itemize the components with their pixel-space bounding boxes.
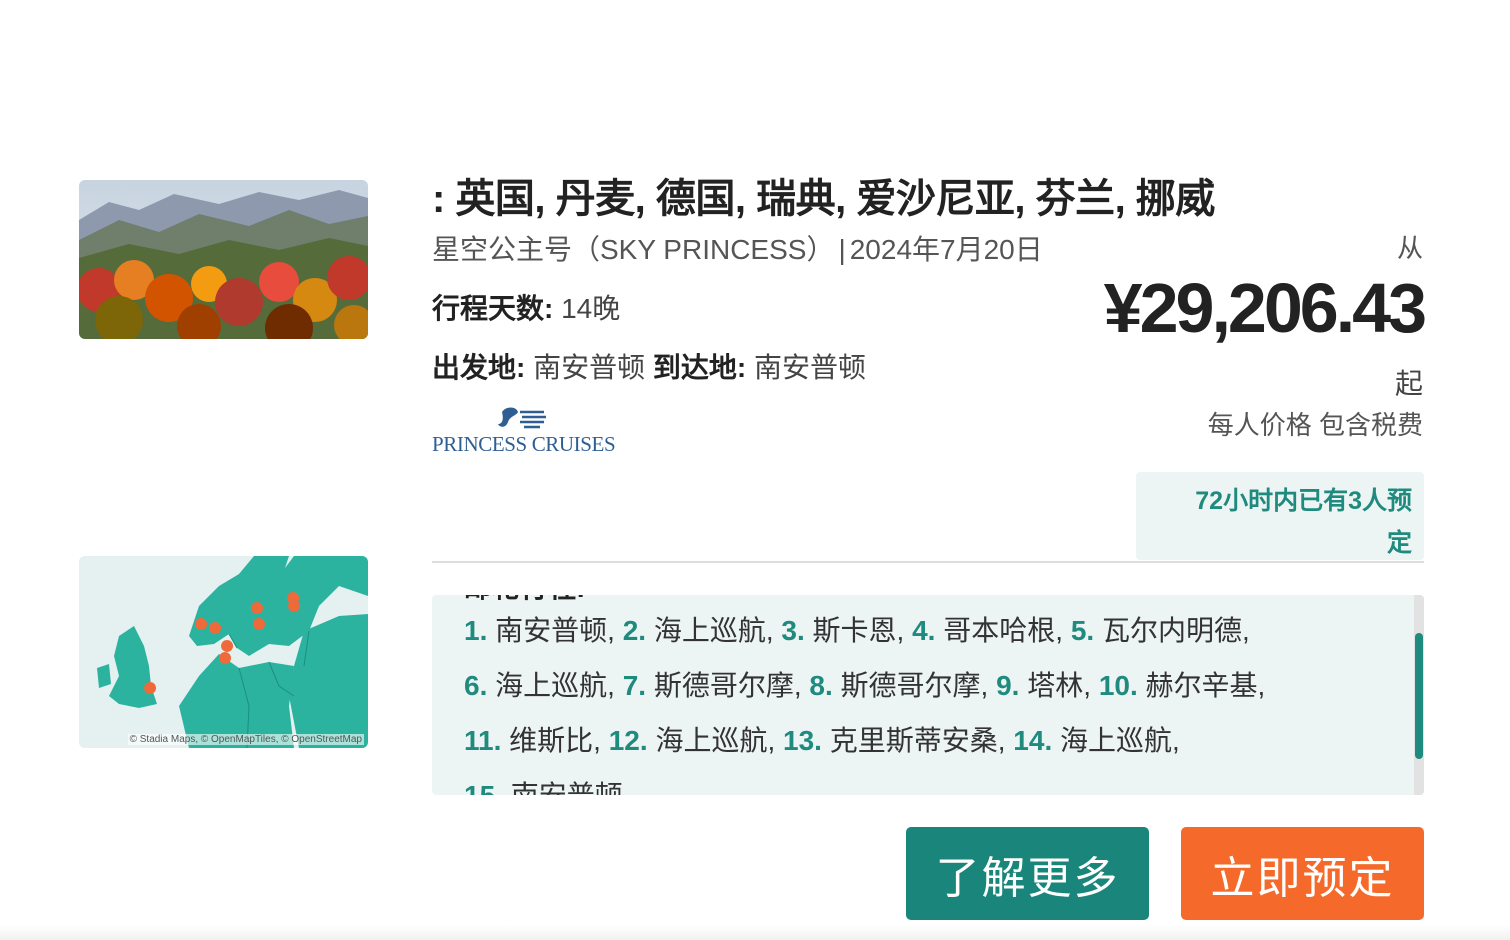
ports-row: 出发地: 南安普顿 到达地: 南安普顿: [432, 346, 866, 386]
price-amount: ¥29,206.43: [1103, 269, 1427, 347]
cruise-line-logo: PRINCESS CRUISES: [432, 404, 616, 458]
itinerary-stop: 6. 海上巡航,: [464, 670, 615, 701]
departure-port: 南安普顿: [533, 352, 646, 383]
princess-seawitch-icon: [498, 407, 546, 429]
divider: [432, 561, 1424, 563]
departure-label: 出发地:: [432, 352, 526, 383]
route-map[interactable]: © Stadia Maps, © OpenMapTiles, © OpenStr…: [79, 556, 368, 748]
itinerary-stop: 1. 南安普顿,: [464, 615, 615, 646]
itinerary-content: 邮轮行程: 1. 南安普顿, 2. 海上巡航, 3. 斯卡恩, 4. 哥本哈根,…: [464, 595, 1364, 795]
itinerary-panel[interactable]: 邮轮行程: 1. 南安普顿, 2. 海上巡航, 3. 斯卡恩, 4. 哥本哈根,…: [432, 595, 1424, 795]
scrollbar-thumb[interactable]: [1415, 633, 1423, 759]
destination-photo[interactable]: [79, 180, 368, 339]
learn-more-button[interactable]: 了解更多: [906, 827, 1149, 920]
itinerary-line: 15. 南安普顿: [464, 768, 1364, 795]
itinerary-stop: 8. 斯德哥尔摩,: [809, 670, 989, 701]
departure-date: 2024年7月20日: [849, 234, 1043, 265]
cruise-card: © Stadia Maps, © OpenMapTiles, © OpenStr…: [0, 0, 1510, 940]
price-note: 每人价格 包含税费: [1207, 410, 1423, 440]
itinerary-line: 1. 南安普顿, 2. 海上巡航, 3. 斯卡恩, 4. 哥本哈根, 5. 瓦尔…: [464, 603, 1364, 658]
duration-value: 14晚: [561, 293, 621, 324]
itinerary-stop: 15. 南安普顿: [464, 780, 623, 795]
itinerary-stop: 10. 赫尔辛基,: [1098, 670, 1266, 701]
recent-bookings-badge: 72小时内已有3人预 定: [1136, 472, 1424, 560]
itinerary-label: 邮轮行程:: [464, 595, 1364, 603]
itinerary-stop: 11. 维斯比,: [464, 725, 601, 756]
bottom-edge: [0, 925, 1510, 940]
itinerary-stop: 12. 海上巡航,: [608, 725, 776, 756]
arrival-label: 到达地:: [652, 352, 747, 383]
duration-label: 行程天数:: [432, 293, 554, 324]
itinerary-line: 11. 维斯比, 12. 海上巡航, 13. 克里斯蒂安桑, 14. 海上巡航,: [464, 713, 1364, 768]
logo-wordmark: PRINCESS CRUISES: [432, 432, 616, 456]
badge-line-2: 定: [1386, 529, 1412, 557]
itinerary-line: 6. 海上巡航, 7. 斯德哥尔摩, 8. 斯德哥尔摩, 9. 塔林, 10. …: [464, 658, 1364, 713]
itinerary-stop: 4. 哥本哈根,: [912, 615, 1064, 646]
itinerary-stop: 3. 斯卡恩,: [781, 615, 905, 646]
price-suffix: 起: [1394, 368, 1423, 399]
itinerary-stop: 14. 海上巡航,: [1013, 725, 1180, 756]
itinerary-stop: 7. 斯德哥尔摩,: [622, 670, 802, 701]
itinerary-scrollbar[interactable]: [1414, 595, 1424, 795]
itinerary-stop: 5. 瓦尔内明德,: [1070, 615, 1250, 646]
map-attribution: © Stadia Maps, © OpenMapTiles, © OpenStr…: [127, 734, 364, 745]
itinerary-stop: 13. 克里斯蒂安桑,: [783, 725, 1006, 756]
ship-and-date: 星空公主号（SKY PRINCESS） | 2024年7月20日: [432, 228, 1043, 268]
book-now-button[interactable]: 立即预定: [1181, 827, 1424, 920]
ship-name: 星空公主号（SKY PRINCESS）: [432, 234, 835, 265]
price-from-label: 从: [1396, 233, 1423, 263]
itinerary-stop: 9. 塔林,: [996, 670, 1092, 701]
badge-line-1: 72小时内已有3人预: [1195, 487, 1412, 515]
arrival-port: 南安普顿: [754, 352, 867, 383]
duration-row: 行程天数: 14晚: [432, 287, 620, 327]
cruise-title[interactable]: : 英国, 丹麦, 德国, 瑞典, 爱沙尼亚, 芬兰, 挪威: [432, 166, 1392, 224]
separator: |: [838, 234, 846, 265]
itinerary-stop: 2. 海上巡航,: [622, 615, 774, 646]
